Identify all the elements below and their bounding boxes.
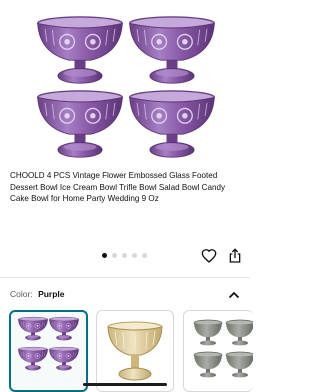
variation-label: Color: — [10, 289, 33, 299]
product-image-bowl — [34, 14, 126, 88]
variation-selected-value: Purple — [38, 289, 65, 299]
product-image-bowl — [34, 88, 126, 162]
variation-color-header[interactable]: Color: Purple — [10, 289, 65, 299]
swatch-purple[interactable] — [9, 310, 88, 392]
gallery-dot[interactable] — [122, 253, 127, 258]
swatch-purple-image — [18, 316, 79, 371]
gallery-dot[interactable] — [132, 253, 137, 258]
chevron-up-icon[interactable] — [228, 287, 240, 299]
swatch-amber-image — [107, 321, 163, 381]
product-image-bowl — [126, 14, 218, 88]
gallery-dot[interactable] — [112, 253, 117, 258]
product-image-bowl — [126, 88, 218, 162]
product-image-gallery[interactable] — [0, 0, 250, 162]
share-icon[interactable] — [227, 248, 243, 264]
swatch-gray-image — [193, 319, 253, 378]
product-title: CHOOLD 4 PCS Vintage Flower Embossed Gla… — [10, 171, 226, 203]
gallery-pagination[interactable] — [102, 253, 147, 259]
gallery-dot[interactable] — [142, 253, 147, 258]
home-indicator[interactable] — [83, 383, 167, 386]
swatch-amber[interactable] — [96, 310, 174, 392]
section-divider — [0, 277, 250, 278]
gallery-dot-active[interactable] — [102, 253, 107, 258]
heart-icon[interactable] — [201, 248, 217, 264]
swatch-gray[interactable] — [183, 310, 253, 392]
